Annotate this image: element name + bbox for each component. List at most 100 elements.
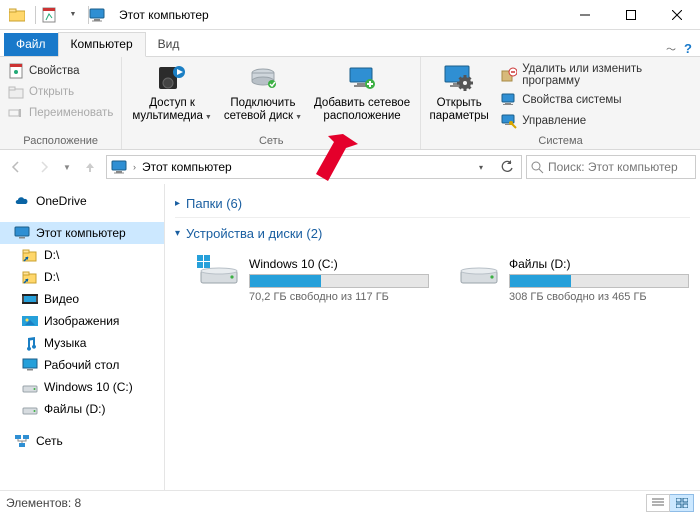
sidebar-item[interactable]: Изображения	[0, 310, 164, 332]
network-drive-icon	[247, 63, 279, 95]
add-network-location-button[interactable]: Добавить сетевоерасположение	[308, 59, 416, 133]
sidebar-item-label: Изображения	[44, 314, 119, 328]
chevron-right-icon[interactable]: ›	[133, 162, 136, 172]
ribbon-collapse-button[interactable]: 〜	[666, 41, 676, 56]
quick-access-toolbar: ▼	[0, 4, 88, 26]
this-pc-icon	[111, 159, 127, 175]
system-properties-label: Свойства системы	[522, 94, 621, 106]
sidebar-item[interactable]: Рабочий стол	[0, 354, 164, 376]
rename-label: Переименовать	[29, 107, 113, 119]
nav-forward-button[interactable]	[32, 155, 56, 179]
system-properties-icon	[501, 92, 517, 108]
map-drive-l2: сетевой диск	[224, 110, 293, 122]
drive-icon	[459, 257, 499, 289]
minimize-button[interactable]	[562, 0, 608, 30]
sidebar-item[interactable]: Файлы (D:)	[0, 398, 164, 420]
tiles-view-button[interactable]	[670, 494, 694, 512]
uninstall-icon	[501, 67, 517, 83]
ribbon-help-button[interactable]: ?	[684, 41, 692, 56]
settings-icon	[443, 63, 475, 95]
details-view-button[interactable]	[646, 494, 670, 512]
media-access-button[interactable]: Доступ кмультимедиа▼	[126, 59, 218, 133]
sidebar-item[interactable]: D:\	[0, 266, 164, 288]
maximize-button[interactable]	[608, 0, 654, 30]
folder-video-icon	[22, 291, 38, 307]
drive-icon	[199, 257, 239, 289]
properties-button[interactable]: Свойства	[4, 61, 117, 81]
media-icon	[156, 63, 188, 95]
open-button[interactable]: Открыть	[4, 82, 117, 102]
chevron-right-icon: ▸	[175, 198, 180, 209]
manage-label: Управление	[522, 115, 586, 127]
system-properties-button[interactable]: Свойства системы	[497, 90, 696, 110]
open-icon	[8, 84, 24, 100]
ribbon-tabs: Файл Компьютер Вид 〜 ?	[0, 30, 700, 56]
map-drive-l1: Подключить	[230, 97, 295, 109]
folder-music-icon	[22, 335, 38, 351]
group-label-system: Система	[425, 133, 696, 149]
add-netloc-l2: расположение	[323, 110, 400, 122]
rename-button[interactable]: Переименовать	[4, 103, 117, 123]
content-pane: ▸ Папки (6) ▾ Устройства и диски (2) Win…	[165, 184, 700, 490]
main-area: OneDrive Этот компьютер D:\ D:\ Видео Изобр…	[0, 184, 700, 490]
nav-back-button[interactable]	[4, 155, 28, 179]
drive-free-text: 308 ГБ свободно из 465 ГБ	[509, 291, 689, 303]
ribbon-group-system: Открытьпараметры Удалить или изменить пр…	[421, 57, 700, 149]
media-access-l1: Доступ к	[149, 97, 195, 109]
sidebar-item-label: D:\	[44, 270, 59, 284]
open-settings-button[interactable]: Открытьпараметры	[425, 59, 493, 133]
drive-usage-bar	[249, 274, 429, 288]
drive-free-text: 70,2 ГБ свободно из 117 ГБ	[249, 291, 429, 303]
qat-properties-button[interactable]	[38, 4, 60, 26]
drive-name: Файлы (D:)	[509, 257, 689, 271]
address-bar[interactable]: › Этот компьютер ▾	[106, 155, 522, 179]
folders-section-header[interactable]: ▸ Папки (6)	[175, 192, 690, 218]
sidebar-this-pc-label: Этот компьютер	[36, 226, 126, 240]
sidebar-item[interactable]: Музыка	[0, 332, 164, 354]
address-dropdown-button[interactable]: ▾	[471, 163, 491, 172]
onedrive-icon	[14, 193, 30, 209]
title-bar: ▼ Этот компьютер	[0, 0, 700, 30]
folders-header-label: Папки (6)	[186, 196, 242, 211]
properties-icon	[8, 63, 24, 79]
folder-shortcut-icon	[22, 269, 38, 285]
sidebar-onedrive-label: OneDrive	[36, 194, 87, 208]
map-network-drive-button[interactable]: Подключитьсетевой диск▼	[218, 59, 308, 133]
chevron-down-icon: ▾	[175, 228, 180, 239]
tab-file[interactable]: Файл	[4, 33, 58, 56]
open-params-l1: Открыть	[437, 97, 482, 109]
ribbon-group-location: Свойства Открыть Переименовать Расположе…	[0, 57, 122, 149]
manage-button[interactable]: Управление	[497, 111, 696, 131]
media-access-l2: мультимедиа	[132, 110, 203, 122]
drive-item[interactable]: Файлы (D:) 308 ГБ свободно из 465 ГБ	[459, 257, 689, 303]
sidebar-item-this-pc[interactable]: Этот компьютер	[0, 222, 164, 244]
view-toggle	[646, 494, 694, 512]
folder-pictures-icon	[22, 313, 38, 329]
nav-recent-button[interactable]: ▼	[60, 155, 74, 179]
drive-name: Windows 10 (C:)	[249, 257, 429, 271]
uninstall-program-button[interactable]: Удалить или изменить программу	[497, 61, 696, 89]
sidebar-item-network[interactable]: Сеть	[0, 430, 164, 452]
drive-icon	[22, 379, 38, 395]
tab-view[interactable]: Вид	[146, 33, 192, 56]
sidebar-item[interactable]: Windows 10 (C:)	[0, 376, 164, 398]
rename-icon	[8, 105, 24, 121]
refresh-button[interactable]	[497, 160, 517, 174]
properties-label: Свойства	[29, 65, 80, 77]
close-button[interactable]	[654, 0, 700, 30]
address-path-text: Этот компьютер	[142, 160, 232, 174]
network-icon	[14, 433, 30, 449]
sidebar-item-onedrive[interactable]: OneDrive	[0, 190, 164, 212]
drive-item[interactable]: Windows 10 (C:) 70,2 ГБ свободно из 117 Г…	[199, 257, 429, 303]
qat-dropdown-button[interactable]: ▼	[62, 4, 84, 26]
this-pc-icon	[89, 7, 111, 23]
drive-usage-bar	[509, 274, 689, 288]
search-placeholder: Поиск: Этот компьютер	[548, 160, 678, 174]
sidebar-item[interactable]: D:\	[0, 244, 164, 266]
uninstall-label: Удалить или изменить программу	[522, 63, 692, 87]
search-box[interactable]: Поиск: Этот компьютер	[526, 155, 696, 179]
drives-section-header[interactable]: ▾ Устройства и диски (2)	[175, 222, 690, 247]
tab-computer[interactable]: Компьютер	[58, 32, 146, 57]
nav-up-button[interactable]	[78, 155, 102, 179]
sidebar-item[interactable]: Видео	[0, 288, 164, 310]
